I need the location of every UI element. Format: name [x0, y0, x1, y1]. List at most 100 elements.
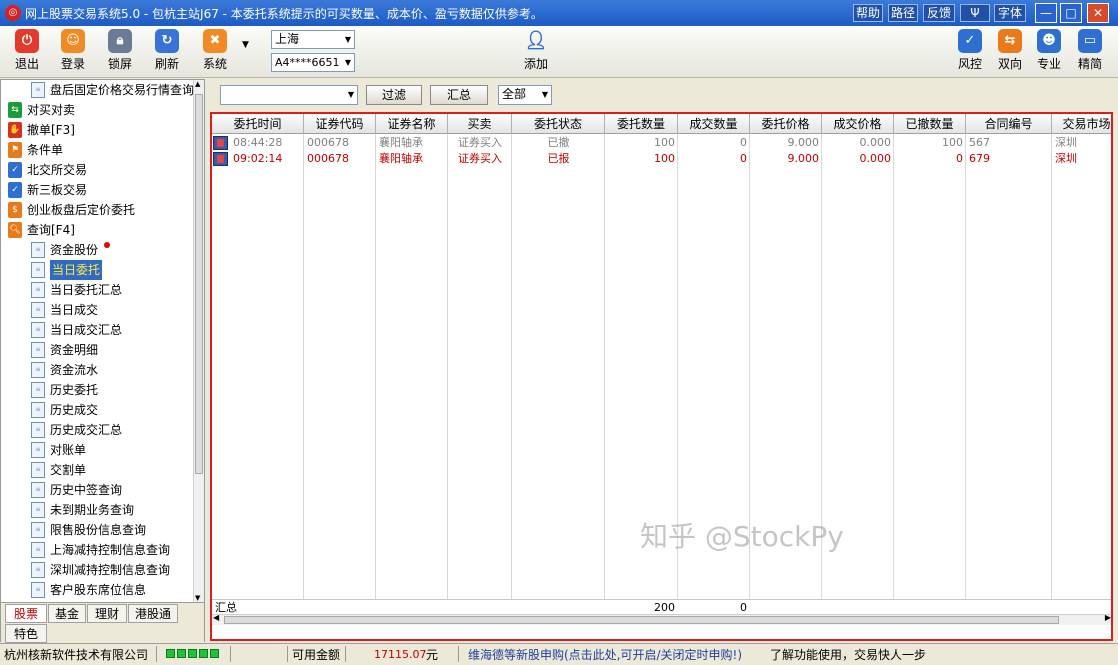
market-select[interactable]: 上海 ▼ [271, 30, 355, 49]
menu-group-icon: 🔍︎ [8, 222, 22, 238]
hscroll-thumb[interactable] [224, 616, 1059, 624]
column-header[interactable]: 委托数量 [605, 114, 678, 134]
column-header[interactable]: 已撤数量 [894, 114, 966, 134]
two-way-button[interactable]: ⇆ 双向 [990, 29, 1030, 75]
column-header[interactable]: 买卖 [448, 114, 512, 134]
column-header[interactable]: 交易市场 [1052, 114, 1111, 134]
add-button[interactable]: 👤︎ 添加 [516, 29, 556, 75]
sidebar-item[interactable]: ≡ 盘后固定价格交易行情查询 [31, 80, 194, 100]
pin-button[interactable]: Ψ [960, 4, 990, 22]
login-label: 登录 [60, 57, 85, 71]
sidebar-item[interactable]: ≡ 当日委托汇总 [31, 280, 122, 300]
column-header[interactable]: 证券名称 [376, 114, 448, 134]
column-header[interactable]: 成交数量 [678, 114, 750, 134]
sidebar-item[interactable]: ≡ 当日成交 [31, 300, 98, 320]
table-cell: 000678 [307, 152, 349, 165]
refresh-icon: ↻ [155, 29, 179, 53]
column-header[interactable]: 委托状态 [512, 114, 605, 134]
column-header[interactable]: 成交价格 [822, 114, 894, 134]
sidebar-item[interactable]: ≡ 历史中签查询 [31, 480, 122, 500]
ipo-notice-link[interactable]: 维海德等新股申购(点击此处,可开启/关闭定时申购!) [468, 646, 742, 664]
sidebar-item[interactable]: ≡ 当日成交汇总 [31, 320, 122, 340]
scope-select[interactable]: 全部 ▼ [498, 85, 552, 105]
sidebar-item-label: 盘后固定价格交易行情查询 [50, 83, 194, 97]
maximize-icon[interactable]: □ [1060, 3, 1082, 23]
sidebar-item[interactable]: ≡ 历史成交汇总 [31, 420, 122, 440]
sidebar-item[interactable]: ✋ 撤单[F3] [8, 120, 75, 140]
column-header[interactable]: 委托时间 [212, 114, 304, 134]
table-cell: 100 [654, 152, 675, 165]
exit-button[interactable]: ⏻ 退出 [7, 29, 47, 75]
watermark: 知乎 @StockPy [640, 520, 844, 553]
table-cell: 已报 [547, 152, 570, 165]
tab-wealth[interactable]: 理财 [87, 604, 127, 623]
sidebar-item[interactable]: ≡ 对账单 [31, 440, 86, 460]
filter-button[interactable]: 过滤 [366, 85, 422, 105]
table-hscrollbar[interactable]: ◀ ▶ [212, 613, 1111, 625]
filter-dropdown[interactable]: ▼ [220, 85, 358, 105]
sidebar-item[interactable]: ≡ 深圳减持控制信息查询 [31, 560, 170, 580]
sidebar-item[interactable]: ✓ 北交所交易 [8, 160, 87, 180]
table-row[interactable]: 08:44:28 000678 襄阳轴承 证券买入 已撤 100 0 9.000 0.000 10… [212, 135, 1111, 151]
sidebar-item-label: 资金明细 [50, 343, 99, 357]
column-header[interactable]: 委托价格 [750, 114, 822, 134]
login-button[interactable]: ☺ 登录 [53, 29, 93, 75]
close-icon[interactable]: ✕ [1087, 3, 1109, 23]
sidebar-item-label: 条件单 [27, 143, 64, 157]
tab-hk-connect[interactable]: 港股通 [128, 604, 178, 623]
sidebar-item[interactable]: 🔍︎ 查询[F4] [8, 220, 75, 240]
available-value: 17115.07 [374, 648, 427, 661]
document-icon: ≡ [31, 402, 45, 418]
scroll-thumb[interactable] [195, 94, 203, 474]
tab-stocks[interactable]: 股票 [5, 604, 47, 623]
document-icon: ≡ [31, 382, 45, 398]
sidebar-item[interactable]: ≡ 历史成交 [31, 400, 98, 420]
scroll-up-icon[interactable]: ▲ [195, 80, 200, 88]
sidebar-item[interactable]: ≡ 限售股份信息查询 [31, 520, 146, 540]
sidebar-item[interactable]: ≡ 历史委托 [31, 380, 98, 400]
system-button[interactable]: ✖ 系统 [195, 29, 235, 75]
document-icon: ≡ [31, 242, 45, 258]
table-cell: 证券买入 [458, 152, 502, 165]
sidebar-item[interactable]: ≡ 上海减持控制信息查询 [31, 540, 170, 560]
menu-group-icon: ✓ [8, 162, 22, 178]
tab-special[interactable]: 特色 [5, 624, 47, 643]
refresh-button[interactable]: ↻ 刷新 [147, 29, 187, 75]
lock-screen-button[interactable]: 🔒︎ 锁屏 [100, 29, 140, 75]
sidebar-item[interactable]: ≡ 客户股东席位信息 [31, 580, 146, 600]
feedback-button[interactable]: 反馈 [923, 4, 955, 22]
summary-button[interactable]: 汇总 [430, 85, 488, 105]
sidebar-item[interactable]: ⚑ 条件单 [8, 140, 63, 160]
sidebar-item[interactable]: ≡ 当日委托 [31, 260, 103, 280]
path-button[interactable]: 路径 [888, 4, 918, 22]
scroll-left-icon[interactable]: ◀ [213, 613, 219, 622]
sidebar-item[interactable]: ≡ 资金流水 [31, 360, 98, 380]
simple-button[interactable]: ▭ 精简 [1070, 29, 1110, 75]
sidebar-item[interactable]: ≡ 资金明细 [31, 340, 98, 360]
document-icon: ≡ [31, 542, 45, 558]
pro-button[interactable]: ☻ 专业 [1029, 29, 1069, 75]
tree-scrollbar[interactable]: ▲ ▼ [193, 80, 204, 602]
toolbar-more-icon[interactable]: ▼ [242, 40, 249, 50]
sidebar-item[interactable]: ✓ 新三板交易 [8, 180, 87, 200]
font-button[interactable]: 字体 [994, 4, 1026, 22]
account-select[interactable]: A4****6651 ▼ [271, 53, 355, 72]
function-tree: ≡ 盘后固定价格交易行情查询 ⇆ 对买对卖 ✋ 撤单[F3] ⚑ 条件单 ✓ 北交所交易 ✓ 新三板交… [1, 80, 194, 602]
sidebar-item[interactable]: ≡ 未到期业务查询 [31, 500, 134, 520]
sidebar-item[interactable]: $ 创业板盘后定价委托 [8, 200, 135, 220]
column-header[interactable]: 证券代码 [304, 114, 376, 134]
sidebar-item[interactable]: ≡ 资金股份 [31, 240, 111, 260]
chevron-down-icon: ▼ [347, 90, 354, 99]
risk-control-button[interactable]: ✓ 风控 [950, 29, 990, 75]
sidebar-item[interactable]: ≡ 交割单 [31, 460, 86, 480]
sidebar-item-label: 资金股份 [50, 243, 99, 257]
document-icon: ≡ [31, 362, 45, 378]
table-row[interactable]: 09:02:14 000678 襄阳轴承 证券买入 已报 100 0 9.000 0.000 0 6… [212, 151, 1111, 167]
tab-funds[interactable]: 基金 [48, 604, 86, 623]
help-button[interactable]: 帮助 [853, 4, 883, 22]
column-header[interactable]: 合同编号 [966, 114, 1052, 134]
minimize-icon[interactable]: — [1035, 3, 1057, 23]
scroll-down-icon[interactable]: ▼ [195, 594, 200, 602]
scroll-right-icon[interactable]: ▶ [1105, 613, 1111, 622]
sidebar-item[interactable]: ⇆ 对买对卖 [8, 100, 75, 120]
